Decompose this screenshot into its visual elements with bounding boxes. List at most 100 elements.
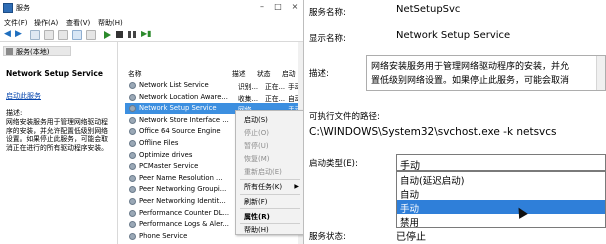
help-icon[interactable] xyxy=(72,30,82,40)
pause-service-icon[interactable] xyxy=(128,31,131,38)
service-gear-icon xyxy=(129,186,136,194)
title-bar: 服务 – □ × xyxy=(0,0,303,16)
service-name-cell: Phone Service xyxy=(139,231,188,240)
stop-service-icon[interactable] xyxy=(116,31,123,38)
refresh-icon[interactable] xyxy=(44,30,54,40)
menu-help[interactable]: 帮助(H) xyxy=(98,18,123,28)
menu-action[interactable]: 操作(A) xyxy=(34,18,58,28)
service-name-cell: Network Setup Service xyxy=(139,104,217,113)
service-name-cell: Office 64 Source Engine xyxy=(139,127,221,136)
service-gear-icon xyxy=(129,140,136,147)
startup-option-delayed[interactable]: 自动(延迟启动) xyxy=(397,172,605,187)
tab-services-local[interactable]: 服务(本地) xyxy=(3,46,71,56)
service-name-cell: Performance Logs & Aler... xyxy=(139,220,229,229)
properties-icon[interactable] xyxy=(86,30,96,40)
menu-separator xyxy=(240,208,300,209)
menu-separator xyxy=(240,179,300,180)
service-gear-icon xyxy=(129,198,136,205)
pause-service-icon-bar xyxy=(133,31,136,38)
startup-type-label: 启动类型(E): xyxy=(309,159,358,169)
description-textbox[interactable]: 网络安装服务用于管理网络驱动程序的安装，并允 置低级别网络设置。如果停止此服务，… xyxy=(366,55,606,91)
service-gear-icon xyxy=(129,232,136,240)
menu-item-all-tasks[interactable]: 所有任务(K) xyxy=(244,182,282,192)
service-detail-title: Network Setup Service xyxy=(6,69,103,78)
menu-item-resume: 恢复(M) xyxy=(244,155,270,163)
menu-bar: 文件(F) 操作(A) 查看(V) 帮助(H) xyxy=(0,16,303,28)
description-line-1: 网络安装服务用于管理网络驱动程序的安装，并允 xyxy=(371,62,570,72)
service-gear-icon xyxy=(129,116,136,124)
services-app-icon xyxy=(3,3,13,13)
startup-option-label: 禁用 xyxy=(400,218,420,229)
context-menu: 启动(S) 停止(O) 暂停(U) 恢复(M) 重新启动(E) 所有任务(K) … xyxy=(235,110,303,235)
service-gear-icon xyxy=(129,82,136,89)
display-name-value: Network Setup Service xyxy=(396,30,511,41)
menu-item-start[interactable]: 启动(S) xyxy=(244,115,268,125)
service-description: 网络安装服务用于管理网络驱动程序的安装，并允许配置低级别网络设置。如果停止此服务… xyxy=(6,118,108,152)
table-row[interactable]: Network Location Aware... 收集... 正在... 自动 xyxy=(125,92,303,103)
column-header-name[interactable]: 名称 xyxy=(128,68,142,78)
service-name-cell: Network Location Aware... xyxy=(139,92,228,101)
startup-option-label: 自动 xyxy=(400,190,420,201)
menu-separator xyxy=(240,223,300,224)
service-status-cell: 正在... xyxy=(265,94,286,103)
services-window: 服务 – □ × 文件(F) 操作(A) 查看(V) 帮助(H) ◀ ▶ ▶▮ … xyxy=(0,0,304,244)
forward-arrow-icon[interactable]: ▶ xyxy=(15,29,22,39)
menu-file[interactable]: 文件(F) xyxy=(4,18,28,28)
column-header-startup[interactable]: 启动 xyxy=(282,68,296,78)
start-service-link-text[interactable]: 启动此服务 xyxy=(6,92,41,100)
service-desc-cell: 收集... xyxy=(238,94,259,103)
service-gear-icon xyxy=(129,221,136,229)
startup-type-current: 手动 xyxy=(400,161,420,172)
startup-option-manual[interactable]: 手动 xyxy=(397,200,605,215)
startup-option-auto[interactable]: 自动 xyxy=(397,186,605,201)
description-scrollbar[interactable] xyxy=(596,56,605,90)
column-header-status[interactable]: 状态 xyxy=(257,68,271,78)
service-status-label: 服务状态: xyxy=(309,232,346,242)
executable-path-value: C:\WINDOWS\System32\svchost.exe -k netsv… xyxy=(309,126,557,138)
services-gear-icon xyxy=(6,48,13,55)
maximize-icon[interactable]: □ xyxy=(271,0,285,14)
service-gear-icon xyxy=(129,105,136,113)
restart-service-icon[interactable]: ▶▮ xyxy=(141,29,152,39)
startup-option-label: 手动 xyxy=(400,204,420,215)
service-name-cell: Performance Counter DL... xyxy=(139,208,230,217)
close-icon[interactable]: × xyxy=(288,0,302,14)
detail-pane: 服务(本地) Network Setup Service 启动此服务 描述: 网… xyxy=(0,42,118,244)
service-name-cell: Network Store Interface ... xyxy=(139,115,229,124)
description-field-label: 描述: xyxy=(309,69,329,79)
menu-separator xyxy=(240,194,300,195)
console-tree-icon[interactable] xyxy=(30,30,40,40)
table-row[interactable]: Network List Service 识别... 正在... 手动 xyxy=(125,80,303,91)
description-line-2: 置低级别网络设置。如果停止此服务，可能会取消 xyxy=(371,76,570,86)
description-label: 描述: xyxy=(6,109,23,117)
menu-item-stop: 停止(O) xyxy=(244,129,269,137)
display-name-label: 显示名称: xyxy=(309,34,346,44)
back-arrow-icon[interactable]: ◀ xyxy=(4,29,11,39)
service-status-value: 已停止 xyxy=(396,232,426,243)
startup-option-label: 自动(延迟启动) xyxy=(400,176,465,187)
export-list-icon[interactable] xyxy=(58,30,68,40)
column-header-description[interactable]: 描述 xyxy=(232,68,246,78)
toolbar: ◀ ▶ ▶▮ xyxy=(0,28,303,42)
service-gear-icon xyxy=(129,128,136,136)
submenu-arrow-icon: ▶ xyxy=(294,183,299,190)
service-name-cell: Peer Networking Identit... xyxy=(139,197,226,205)
service-name-cell: PCMaster Service xyxy=(139,162,199,171)
menu-view[interactable]: 查看(V) xyxy=(66,18,90,28)
executable-path-label: 可执行文件的路径: xyxy=(309,112,380,122)
service-name-label: 服务名称: xyxy=(309,8,346,18)
menu-item-refresh[interactable]: 刷新(F) xyxy=(244,197,268,207)
service-name-value: NetSetupSvc xyxy=(396,4,461,15)
service-status-cell: 正在... xyxy=(265,83,286,91)
service-gear-icon xyxy=(129,151,136,159)
menu-item-properties[interactable]: 属性(R) xyxy=(244,212,270,222)
menu-item-pause: 暂停(U) xyxy=(244,142,269,150)
startup-option-disabled[interactable]: 禁用 xyxy=(397,214,605,229)
minimize-icon[interactable]: – xyxy=(255,0,269,14)
start-service-link[interactable]: 启动此服务 xyxy=(6,91,41,101)
startup-type-select[interactable]: 手动 xyxy=(396,154,606,172)
start-service-icon[interactable] xyxy=(104,31,111,39)
service-gear-icon xyxy=(129,93,136,101)
menu-item-help[interactable]: 帮助(H) xyxy=(244,225,269,235)
service-properties-panel: 服务名称: NetSetupSvc 显示名称: Network Setup Se… xyxy=(306,0,606,244)
